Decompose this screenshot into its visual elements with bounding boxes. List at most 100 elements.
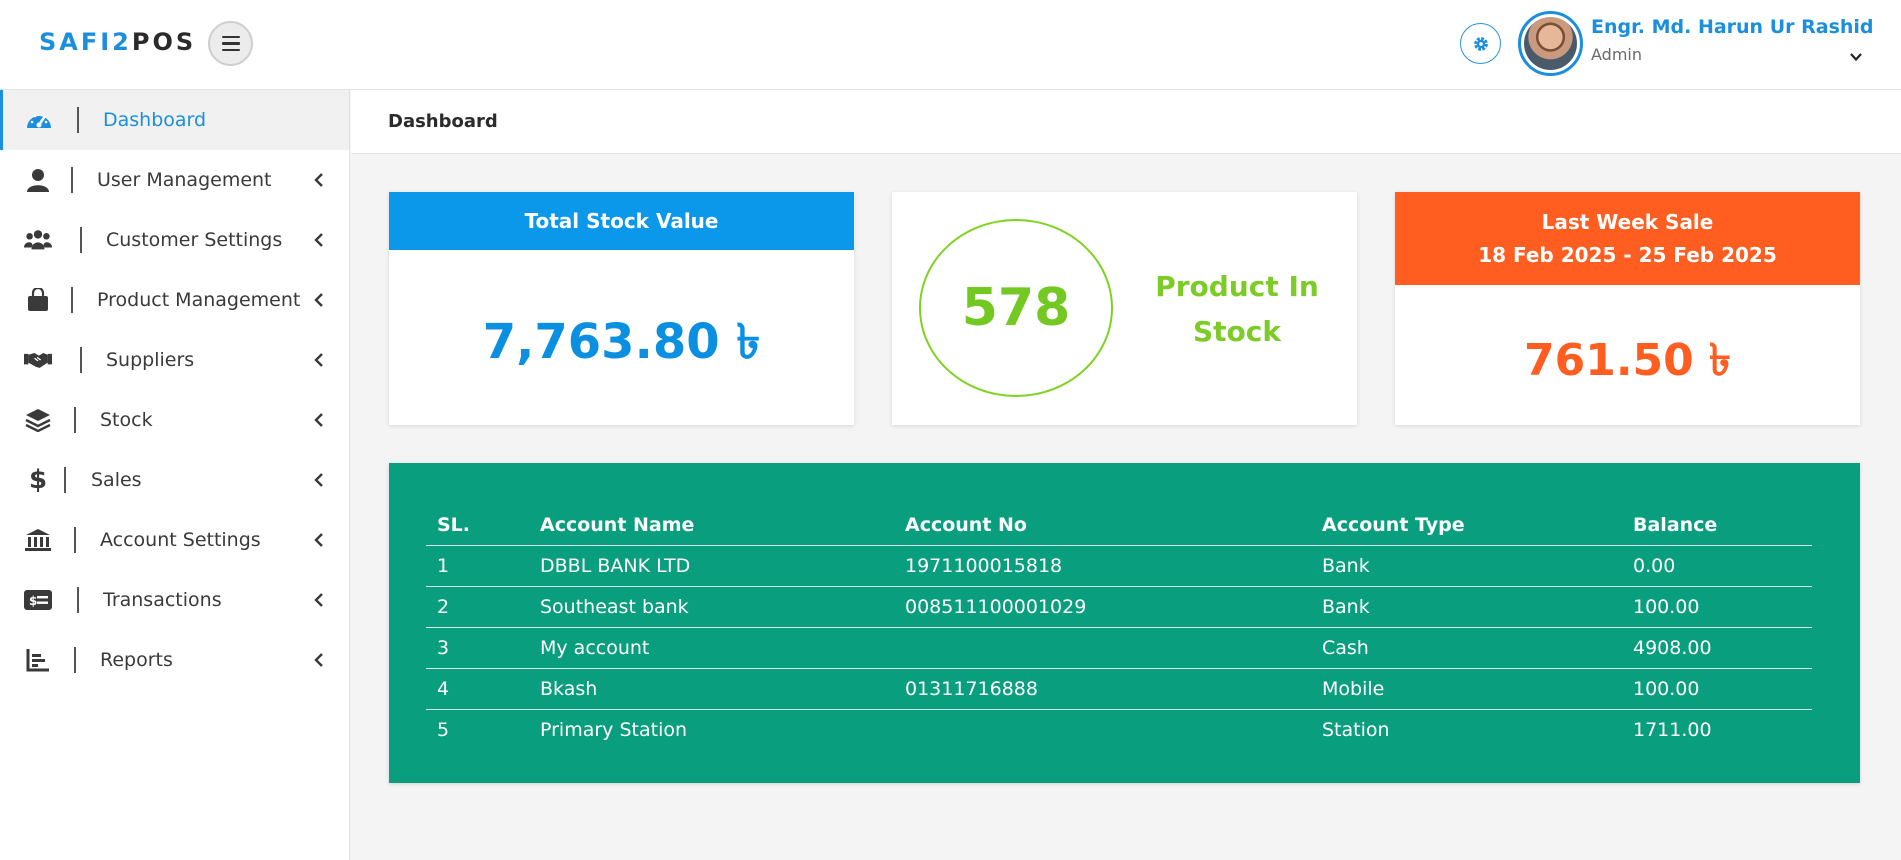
- accounts-panel: SL. Account Name Account No Account Type…: [389, 463, 1860, 783]
- sidebar-item-label: Sales: [91, 469, 142, 491]
- card-title: Last Week Sale: [1541, 209, 1714, 234]
- cell-account-type: Bank: [1311, 586, 1622, 628]
- cell-balance: 1711.00: [1633, 718, 1712, 741]
- product-in-stock-label: Product In Stock: [1155, 270, 1319, 348]
- sidebar-item-label: Product Management: [97, 289, 301, 311]
- chevron-down-icon[interactable]: [1849, 50, 1863, 64]
- menu-toggle-button[interactable]: [208, 21, 253, 66]
- cell-sl: 1: [426, 545, 529, 587]
- card-header: Total Stock Value: [389, 192, 854, 250]
- table-row: 2 Southeast bank 008511100001029 Bank 10…: [426, 586, 1812, 628]
- sidebar-item-customer-settings[interactable]: Customer Settings: [0, 210, 349, 270]
- cell-account-type: Bank: [1311, 545, 1622, 587]
- column-header: SL.: [426, 505, 529, 546]
- sidebar-item-label: Reports: [100, 649, 173, 671]
- sidebar-divider: [64, 467, 66, 493]
- cell-balance: 100.00: [1622, 586, 1812, 628]
- cell-account-name: My account: [529, 627, 894, 669]
- dollar-icon: $: [28, 465, 48, 495]
- sidebar-item-account-settings[interactable]: Account Settings: [0, 510, 349, 570]
- column-header: Account No: [894, 505, 1311, 546]
- cell-sl: 5: [437, 718, 450, 741]
- user-name[interactable]: Engr. Md. Harun Ur Rashid: [1591, 16, 1874, 38]
- hamburger-icon-bar: [221, 48, 240, 52]
- sidebar-item-label: Dashboard: [103, 109, 207, 131]
- table-row: 1 DBBL BANK LTD 1971100015818 Bank 0.00: [426, 545, 1812, 587]
- hamburger-icon-bar: [221, 35, 240, 39]
- sidebar-item-suppliers[interactable]: Suppliers: [0, 330, 349, 390]
- cell-sl: 4: [426, 668, 529, 710]
- cell-account-no: 01311716888: [894, 668, 1311, 710]
- sidebar-item-user-management[interactable]: User Management: [0, 150, 349, 210]
- cell-account-name: Primary Station: [540, 718, 688, 741]
- sidebar-item-reports[interactable]: Reports: [0, 630, 349, 690]
- sidebar-item-label: Stock: [100, 409, 153, 431]
- chevron-left-icon: [314, 593, 323, 607]
- cell-account-type: Station: [1322, 718, 1390, 741]
- sidebar-item-sales[interactable]: $ Sales: [0, 450, 349, 510]
- last-week-sale-card: Last Week Sale 18 Feb 2025 - 25 Feb 2025…: [1395, 192, 1860, 425]
- chevron-left-icon: [314, 233, 323, 247]
- logo-text-part1: SAFI2: [39, 28, 132, 56]
- cell-account-no: 1971100015818: [894, 545, 1311, 587]
- sidebar-divider: [77, 107, 79, 133]
- last-week-sale-amount: 761.50 ৳: [1523, 335, 1732, 386]
- handshake-icon: [24, 346, 52, 374]
- chevron-left-icon: [314, 173, 323, 187]
- sidebar-item-transactions[interactable]: $ Transactions: [0, 570, 349, 630]
- tachometer-icon: [25, 106, 53, 134]
- cell-account-name: DBBL BANK LTD: [529, 545, 894, 587]
- layers-icon: [24, 406, 52, 434]
- sidebar-divider: [74, 647, 76, 673]
- top-header: SAFI2POS Engr. Md. Harun Ur Rashid Admin: [0, 0, 1901, 90]
- hamburger-icon-bar: [221, 42, 240, 45]
- chevron-left-icon: [314, 533, 323, 547]
- cell-sl: 2: [426, 586, 529, 628]
- gear-icon: [1473, 36, 1488, 51]
- settings-button[interactable]: [1460, 23, 1501, 64]
- money-card-icon: $: [24, 586, 52, 614]
- table-row: 3 My account Cash 4908.00: [426, 627, 1812, 669]
- sidebar-divider: [80, 227, 82, 253]
- product-count: 578: [919, 219, 1113, 397]
- bank-icon: [24, 526, 52, 554]
- cell-account-name: Southeast bank: [529, 586, 894, 628]
- chevron-left-icon: [314, 353, 323, 367]
- cell-account-name: Bkash: [529, 668, 894, 710]
- sidebar-item-product-management[interactable]: Product Management: [0, 270, 349, 330]
- cell-balance: 4908.00: [1622, 627, 1812, 669]
- avatar[interactable]: [1518, 11, 1583, 76]
- sidebar: Dashboard User Management Customer Setti…: [0, 90, 350, 860]
- sidebar-item-label: Customer Settings: [106, 229, 283, 251]
- logo-text-part2: POS: [131, 28, 197, 56]
- cell-account-no: [894, 709, 1311, 750]
- chevron-left-icon: [314, 473, 323, 487]
- cell-account-type: Mobile: [1311, 668, 1622, 710]
- chevron-left-icon: [314, 293, 323, 307]
- chevron-left-icon: [314, 653, 323, 667]
- column-header: Account Type: [1311, 505, 1622, 546]
- column-header: Account Name: [529, 505, 894, 546]
- user-icon: [24, 166, 52, 194]
- shopping-bag-icon: [24, 286, 52, 314]
- table-row: 4 Bkash 01311716888 Mobile 100.00: [426, 668, 1812, 710]
- sidebar-divider: [74, 527, 76, 553]
- card-header: Last Week Sale 18 Feb 2025 - 25 Feb 2025: [1395, 192, 1860, 285]
- breadcrumb: Dashboard: [351, 90, 1901, 154]
- page-title: Dashboard: [388, 111, 498, 132]
- cell-account-no: [894, 627, 1311, 669]
- sidebar-item-dashboard[interactable]: Dashboard: [0, 90, 349, 150]
- sidebar-divider: [80, 347, 82, 373]
- sidebar-divider: [71, 287, 73, 313]
- cell-account-no: 008511100001029: [894, 586, 1311, 628]
- sidebar-item-label: Transactions: [103, 589, 222, 611]
- chevron-left-icon: [314, 413, 323, 427]
- cell-balance: 100.00: [1622, 668, 1812, 710]
- table-row: 5 Primary Station Station 1711.00: [426, 709, 1812, 750]
- date-range: 18 Feb 2025 - 25 Feb 2025: [1478, 242, 1777, 267]
- sidebar-item-stock[interactable]: Stock: [0, 390, 349, 450]
- accounts-table: SL. Account Name Account No Account Type…: [426, 505, 1812, 750]
- app-logo[interactable]: SAFI2POS: [39, 28, 196, 56]
- cell-balance: 0.00: [1622, 545, 1812, 587]
- sidebar-divider: [77, 587, 79, 613]
